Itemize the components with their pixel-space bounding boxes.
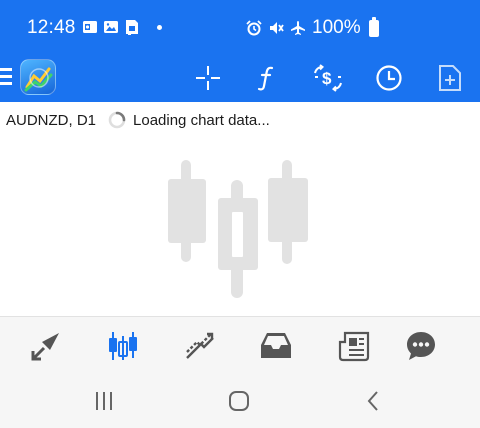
chart-icon xyxy=(109,332,137,360)
alarm-icon xyxy=(246,20,262,36)
placeholder-candle-left xyxy=(168,160,206,262)
app-logo[interactable] xyxy=(20,59,56,95)
metatrader-logo-icon xyxy=(24,67,53,92)
crosshair-icon xyxy=(196,66,220,90)
new-chart-button[interactable] xyxy=(434,62,466,94)
battery-icon xyxy=(368,16,379,37)
loading-spinner-icon xyxy=(108,111,126,129)
battery-percent: 100% xyxy=(312,17,361,38)
tab-trade[interactable] xyxy=(183,329,217,363)
chat-icon xyxy=(407,332,435,360)
sim-card-icon xyxy=(126,20,138,35)
tab-news[interactable] xyxy=(337,329,371,363)
outlook-icon xyxy=(83,21,97,33)
status-left-icons xyxy=(82,19,162,35)
status-right: 100% xyxy=(246,16,379,39)
status-time: 12:48 xyxy=(27,17,76,38)
timeframe-button[interactable] xyxy=(373,62,405,94)
gallery-icon xyxy=(104,21,118,33)
chart-placeholder-graphic xyxy=(168,160,308,298)
chart-header: AUDNZD, D1 Loading chart data... xyxy=(6,111,270,129)
recent-apps-button[interactable] xyxy=(92,389,116,413)
svg-text:$: $ xyxy=(322,69,332,88)
tab-quotes[interactable] xyxy=(29,329,63,363)
system-navigation-bar xyxy=(0,372,480,428)
app-toolbar: $ xyxy=(0,56,480,102)
quotes-icon xyxy=(31,333,59,361)
placeholder-candle-middle xyxy=(218,180,258,298)
new-document-icon xyxy=(439,65,461,91)
function-icon xyxy=(257,66,274,91)
new-order-button[interactable]: $ xyxy=(312,62,344,94)
loading-status: Loading chart data... xyxy=(133,111,270,129)
clock-icon xyxy=(376,65,402,91)
news-icon xyxy=(338,331,370,362)
airplane-icon xyxy=(291,21,305,35)
indicators-button[interactable] xyxy=(251,62,283,94)
chart-symbol: AUDNZD, D1 xyxy=(6,111,97,129)
crosshair-button[interactable] xyxy=(192,62,224,94)
menu-icon[interactable] xyxy=(0,68,12,88)
tab-chart[interactable] xyxy=(106,329,140,363)
tab-chat[interactable] xyxy=(404,329,438,363)
notification-dot-icon xyxy=(157,24,162,30)
home-button[interactable] xyxy=(227,389,251,413)
status-bar: 12:48 100% xyxy=(0,0,480,56)
trade-icon xyxy=(186,332,214,359)
trade-icon: $ xyxy=(314,64,342,92)
bottom-navigation xyxy=(0,316,480,372)
history-inbox-icon xyxy=(261,333,291,358)
placeholder-candle-right xyxy=(268,160,308,264)
mute-icon xyxy=(270,22,284,34)
back-button[interactable] xyxy=(362,389,386,413)
tab-history[interactable] xyxy=(259,329,293,363)
